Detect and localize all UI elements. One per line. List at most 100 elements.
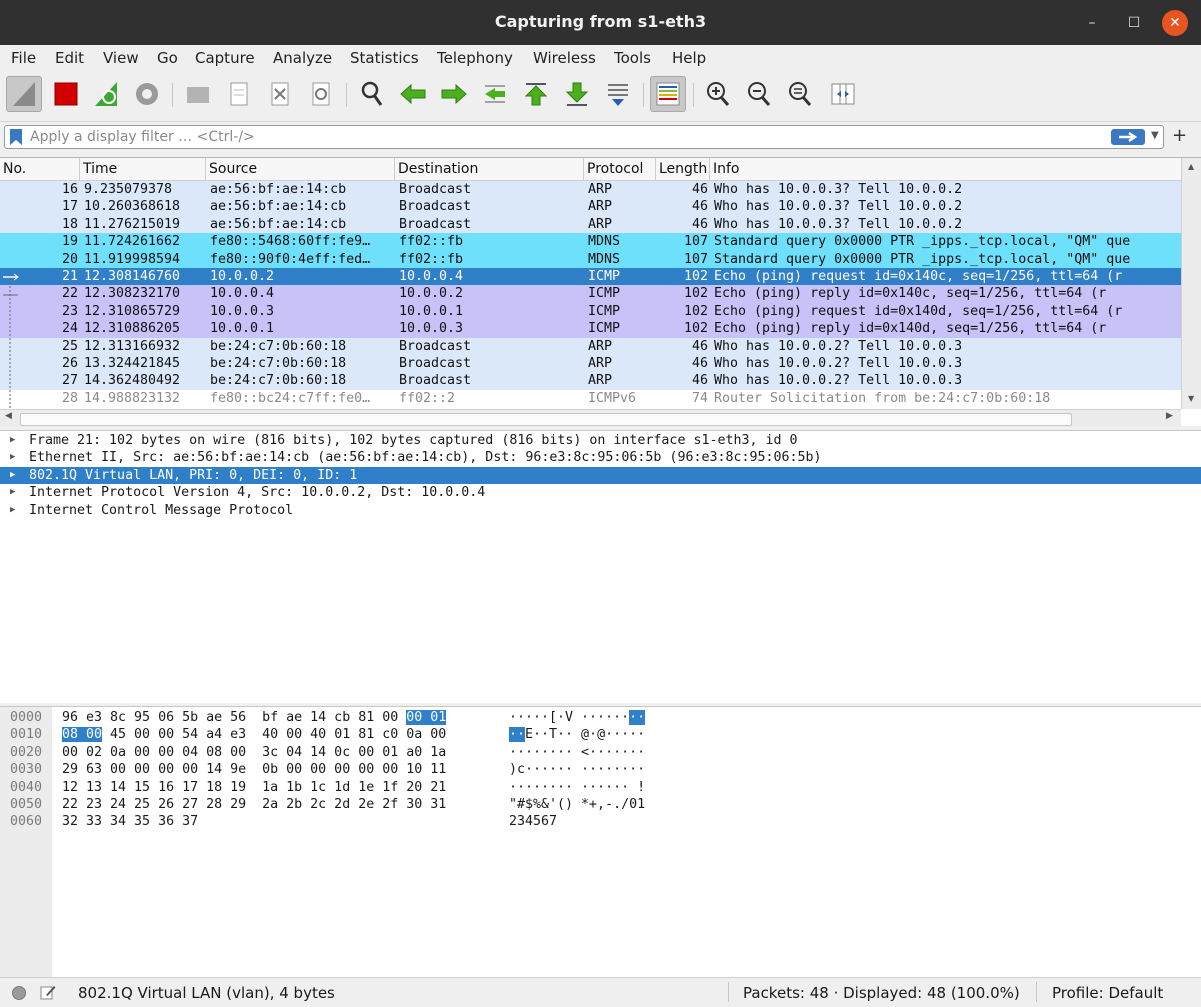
col-header-protocol[interactable]: Protocol [584, 158, 656, 180]
hex-dump[interactable]: 08 00 45 00 00 54 a4 e3 40 00 40 01 81 c… [62, 726, 446, 743]
restart-capture-icon[interactable] [88, 76, 124, 112]
menu-edit[interactable]: Edit [55, 49, 84, 67]
packet-row[interactable]: 18 11.276215019 ae:56:bf:ae:14:cb Broadcast… [0, 215, 1181, 234]
menu-view[interactable]: View [103, 49, 139, 67]
menu-go[interactable]: Go [157, 49, 178, 67]
ascii-dump[interactable]: "#$%&'() *+,-./01 [509, 796, 645, 813]
cell-length: 102 [683, 321, 708, 337]
packet-row[interactable]: 19 11.724261662 fe80::5468:60ff:fe9… ff02::… [0, 233, 1181, 251]
detail-tree-item[interactable]: ▶ 802.1Q Virtual LAN, PRI: 0, DEI: 0, ID:… [0, 466, 1201, 485]
col-header-destination[interactable]: Destination [395, 158, 584, 180]
display-filter-input[interactable] [30, 127, 1100, 147]
expand-arrow-icon[interactable]: ▶ [10, 449, 15, 466]
scroll-up-icon[interactable]: ▲ [1188, 162, 1194, 171]
ascii-dump[interactable]: 234567 [509, 813, 557, 830]
find-packet-icon[interactable] [354, 76, 390, 112]
cell-source: ae:56:bf:ae:14:cb [210, 199, 347, 215]
packet-row[interactable]: 17 10.260368618 ae:56:bf:ae:14:cb Broadcast… [0, 198, 1181, 216]
go-back-icon[interactable] [395, 76, 431, 112]
detail-tree-item[interactable]: ▶ Internet Protocol Version 4, Src: 10.0.… [0, 484, 1201, 501]
ascii-dump[interactable]: ········ <······· [509, 744, 645, 761]
menu-wireless[interactable]: Wireless [533, 49, 596, 67]
detail-tree-item[interactable]: ▶ Ethernet II, Src: ae:56:bf:ae:14:cb (ae… [0, 449, 1201, 466]
packet-row[interactable]: 21 12.308146760 10.0.0.2 10.0.0.4 ICMP 102 Ech… [0, 268, 1181, 286]
packet-row[interactable]: 23 12.310865729 10.0.0.3 10.0.0.1 ICMP 102 Ech… [0, 302, 1181, 321]
close-file-icon[interactable] [262, 76, 298, 112]
menu-tools[interactable]: Tools [614, 49, 651, 67]
menu-file[interactable]: File [11, 49, 36, 67]
menu-capture[interactable]: Capture [195, 49, 255, 67]
zoom-out-icon[interactable] [741, 76, 777, 112]
packet-row[interactable]: 24 12.310886205 10.0.0.1 10.0.0.3 ICMP 102 Ech… [0, 320, 1181, 338]
cell-protocol: ARP [588, 182, 613, 197]
capture-comment-icon[interactable] [40, 984, 56, 1000]
colorize-icon[interactable] [650, 76, 686, 112]
go-first-packet-icon[interactable] [518, 76, 554, 112]
packet-row[interactable]: 20 11.919998594 fe80::90f0:4eff:fed… ff02::… [0, 250, 1181, 268]
packet-row[interactable]: 26 13.324421845 be:24:c7:0b:60:18 Broadcast… [0, 355, 1181, 373]
scroll-left-icon[interactable]: ◀ [5, 411, 12, 421]
autoscroll-icon[interactable] [600, 76, 636, 112]
menu-statistics[interactable]: Statistics [350, 49, 419, 67]
hex-dump[interactable]: 29 63 00 00 00 00 14 9e 0b 00 00 00 00 0… [62, 761, 446, 778]
open-file-icon[interactable] [180, 76, 216, 112]
zoom-normal-icon[interactable] [782, 76, 818, 112]
hex-dump[interactable]: 12 13 14 15 16 17 18 19 1a 1b 1c 1d 1e 1… [62, 779, 446, 796]
add-filter-button-icon[interactable]: + [1172, 126, 1187, 146]
apply-filter-arrow-icon[interactable] [1111, 129, 1145, 145]
filter-bookmark-icon[interactable] [10, 129, 22, 145]
col-header-time[interactable]: Time [80, 158, 206, 180]
go-last-packet-icon[interactable] [559, 76, 595, 112]
packet-list-vertical-scrollbar[interactable]: ▲ ▼ [1181, 158, 1201, 409]
expand-arrow-icon[interactable]: ▶ [10, 467, 15, 484]
packet-row[interactable]: 25 12.313166932 be:24:c7:0b:60:18 Broadcast… [0, 337, 1181, 355]
ascii-dump[interactable]: ········ ······ ! [509, 779, 645, 796]
menu-telephony[interactable]: Telephony [437, 49, 513, 67]
expand-arrow-icon[interactable]: ▶ [10, 432, 15, 449]
maximize-icon[interactable]: ☐ [1121, 10, 1147, 36]
hex-dump[interactable]: 22 23 24 25 26 27 28 29 2a 2b 2c 2d 2e 2… [62, 796, 446, 813]
col-header-source[interactable]: Source [206, 158, 395, 180]
go-to-packet-icon[interactable] [477, 76, 513, 112]
reload-file-icon[interactable] [303, 76, 339, 112]
ascii-dump[interactable]: )c······ ········ [509, 761, 645, 778]
go-forward-icon[interactable] [436, 76, 472, 112]
packet-row[interactable]: 16 9.235079378 ae:56:bf:ae:14:cb Broadcast A… [0, 181, 1181, 199]
minimize-icon[interactable]: – [1079, 10, 1105, 36]
menu-help[interactable]: Help [672, 49, 706, 67]
scroll-right-icon[interactable]: ▶ [1166, 411, 1173, 421]
col-header-no[interactable]: No. [0, 158, 80, 180]
capture-options-icon[interactable] [129, 76, 165, 112]
cell-source: fe80::5468:60ff:fe9… [210, 234, 371, 250]
col-header-length[interactable]: Length [656, 158, 710, 180]
col-header-info[interactable]: Info [710, 158, 1181, 180]
packet-row[interactable]: 27 14.362480492 be:24:c7:0b:60:18 Broadcast… [0, 372, 1181, 390]
cell-destination: ff02::fb [399, 251, 464, 267]
scroll-down-icon[interactable]: ▼ [1188, 394, 1194, 403]
cell-source: fe80::bc24:c7ff:fe0… [210, 390, 371, 406]
expand-arrow-icon[interactable]: ▶ [10, 484, 15, 501]
horizontal-scroll-thumb[interactable] [20, 413, 1072, 426]
hex-dump[interactable]: 00 02 0a 00 00 04 08 00 3c 04 14 0c 00 0… [62, 744, 446, 761]
expert-info-icon[interactable] [12, 986, 26, 1000]
save-file-icon[interactable] [221, 76, 257, 112]
detail-tree-item[interactable]: ▶ Internet Control Message Protocol [0, 502, 1201, 519]
ascii-dump[interactable]: ··E··T·· @·@····· [509, 726, 645, 743]
resize-columns-icon[interactable] [825, 76, 861, 112]
expand-arrow-icon[interactable]: ▶ [10, 502, 15, 519]
filter-history-dropdown-icon[interactable]: ▼ [1151, 130, 1159, 141]
menu-analyze[interactable]: Analyze [273, 49, 332, 67]
shark-fin-start-icon[interactable] [6, 76, 42, 112]
profile-status[interactable]: Profile: Default [1052, 984, 1163, 1002]
detail-tree-item[interactable]: ▶ Frame 21: 102 bytes on wire (816 bits),… [0, 432, 1201, 449]
hex-dump[interactable]: 96 e3 8c 95 06 5b ae 56 bf ae 14 cb 81 0… [62, 709, 447, 726]
detail-tree-label: Internet Protocol Version 4, Src: 10.0.0… [29, 485, 486, 501]
packet-row[interactable]: 22 12.308232170 10.0.0.4 10.0.0.2 ICMP 102 Ech… [0, 285, 1181, 303]
packet-row[interactable]: 28 14.988823132 fe80::bc24:c7ff:fe0… ff02::… [0, 389, 1181, 408]
close-icon[interactable]: ✕ [1162, 10, 1188, 36]
stop-capture-icon[interactable] [48, 76, 84, 112]
zoom-in-icon[interactable] [700, 76, 736, 112]
packet-list-horizontal-scrollbar[interactable]: ◀ ▶ [0, 409, 1181, 427]
ascii-dump[interactable]: ·····[·V ········ [509, 709, 646, 726]
hex-dump[interactable]: 32 33 34 35 36 37 [62, 813, 198, 830]
